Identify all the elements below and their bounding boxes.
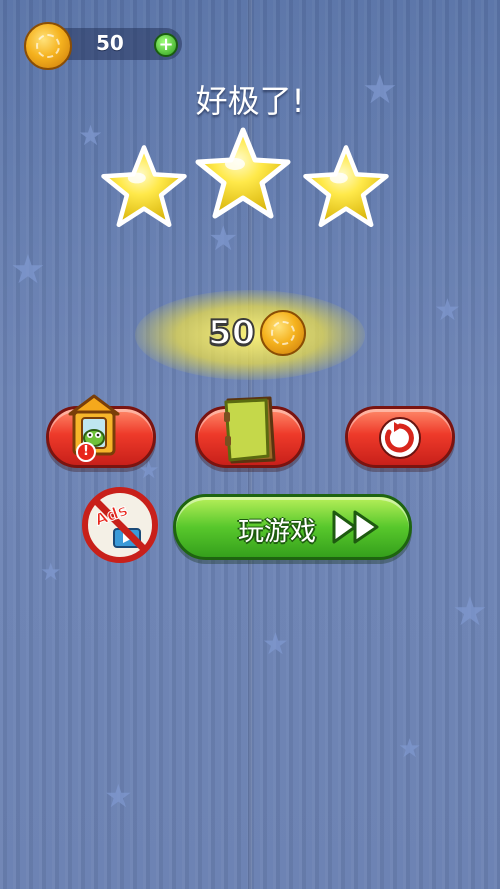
play-button[interactable]: 玩游戏 bbox=[173, 494, 412, 560]
retry-icon bbox=[376, 416, 424, 460]
fast-forward-icon bbox=[331, 509, 381, 545]
background-star-icon: ★ bbox=[398, 734, 422, 764]
earned-star-2-icon bbox=[193, 124, 293, 224]
book-icon bbox=[220, 394, 280, 466]
reward-coin-icon bbox=[260, 310, 306, 356]
reward-amount: 50 bbox=[207, 312, 256, 354]
play-label: 玩游戏 bbox=[238, 517, 317, 547]
add-coins-button[interactable]: + bbox=[154, 33, 178, 57]
background-star-icon: ★ bbox=[104, 777, 133, 815]
coin-icon bbox=[24, 22, 72, 70]
earned-star-3-icon bbox=[301, 142, 391, 232]
background-star-icon: ★ bbox=[40, 558, 62, 586]
background-star-icon: ★ bbox=[10, 247, 46, 293]
result-title: 好极了! bbox=[195, 82, 305, 120]
background-star-icon: ★ bbox=[208, 219, 239, 259]
coin-count: 50 bbox=[96, 31, 124, 55]
background-star-icon: ★ bbox=[434, 293, 461, 328]
background-star-icon: ★ bbox=[452, 589, 488, 635]
background-star-icon: ★ bbox=[262, 627, 289, 662]
earned-star-1-icon bbox=[99, 142, 189, 232]
remove-ads-button[interactable]: Ads bbox=[80, 487, 160, 563]
alert-badge: ! bbox=[76, 442, 96, 462]
